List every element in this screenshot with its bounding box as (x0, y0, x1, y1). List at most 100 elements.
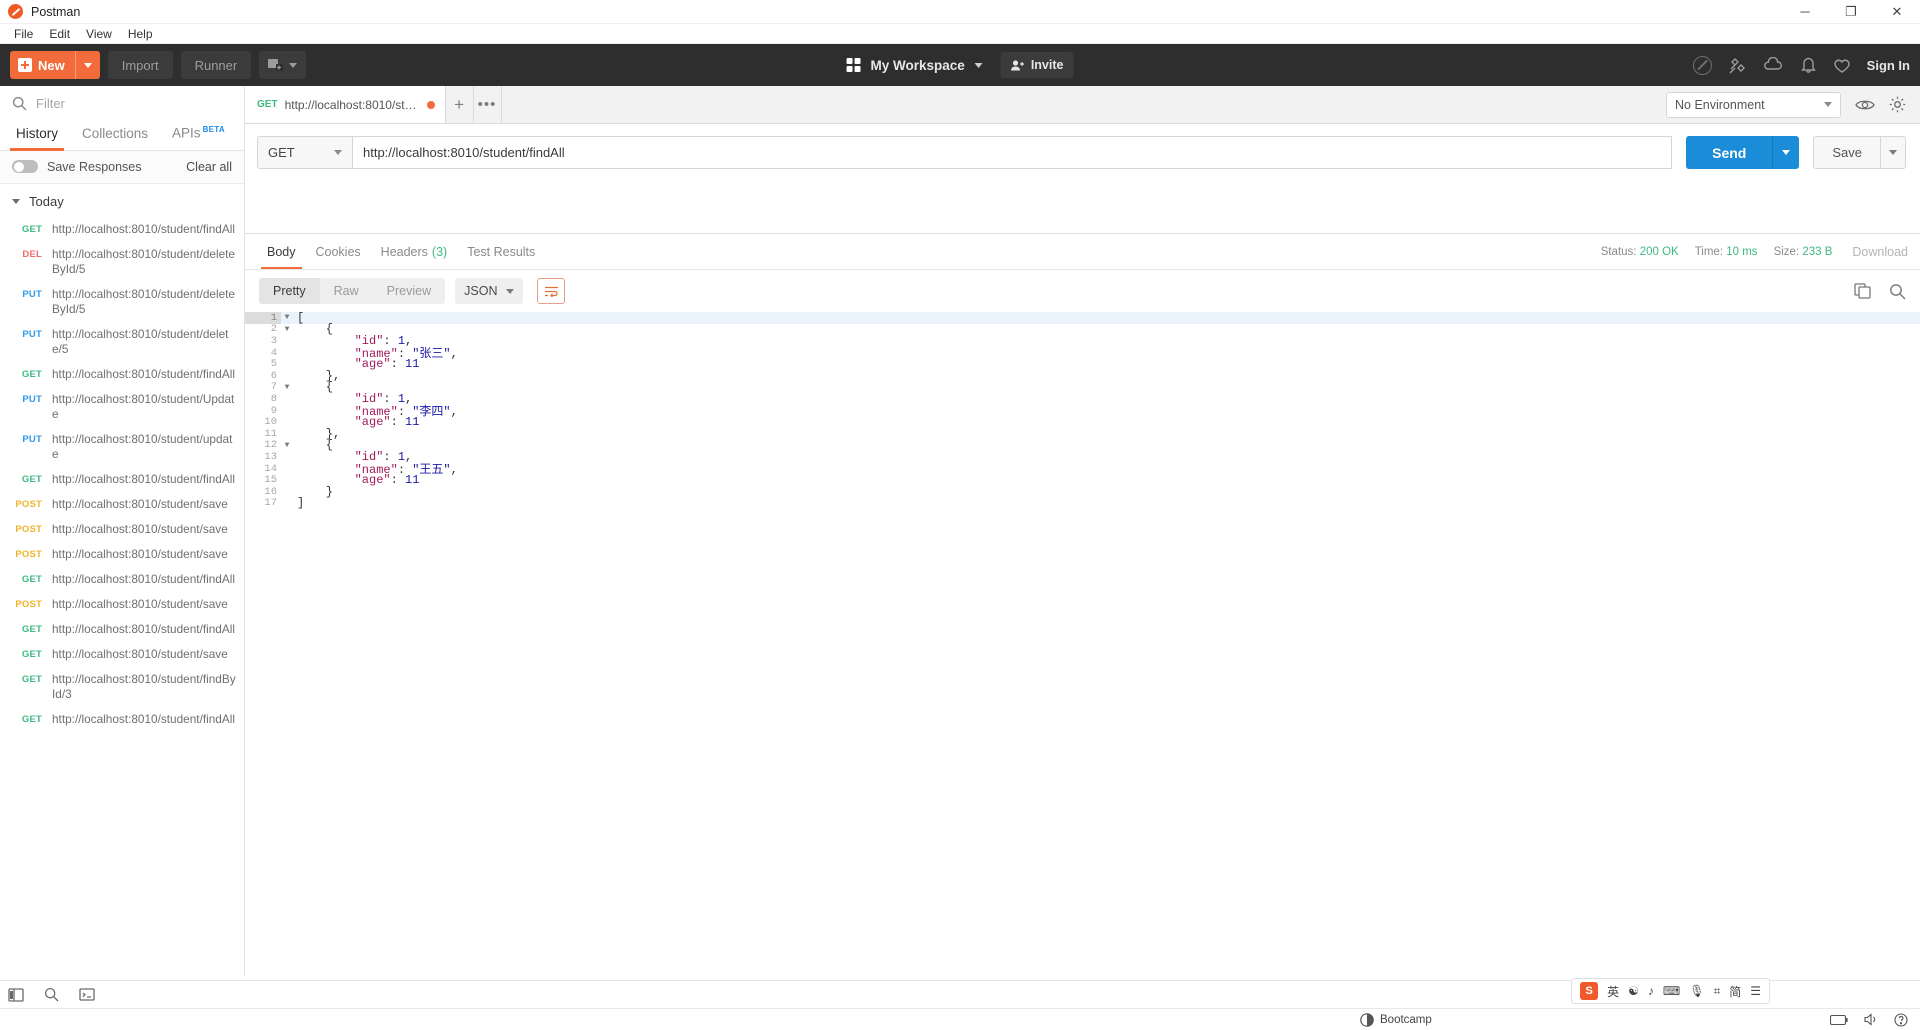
search-icon[interactable] (1889, 283, 1906, 300)
history-item[interactable]: POST http://localhost:8010/student/save (0, 517, 244, 542)
format-raw[interactable]: Raw (320, 278, 373, 304)
sidebar-tab-apis[interactable]: APIs BETA (160, 117, 237, 150)
ime-toolbar[interactable]: S 英 ☯ ♪ ⌨ 🎙 ⌗ 简 ☰ (1571, 978, 1770, 1004)
response-tab-headers[interactable]: Headers (3) (371, 234, 458, 269)
minimize-button[interactable]: ─ (1782, 0, 1828, 23)
bootcamp-tray-item[interactable]: Bootcamp (1360, 1012, 1432, 1027)
import-button[interactable]: Import (107, 51, 173, 79)
copy-icon[interactable] (1854, 283, 1871, 299)
fold-toggle-icon[interactable]: ▼ (281, 325, 293, 334)
plus-icon (18, 58, 32, 72)
volume-icon[interactable] (1864, 1013, 1878, 1026)
search-input[interactable] (36, 96, 216, 111)
history-item[interactable]: GET http://localhost:8010/student/findAll (0, 707, 244, 732)
new-tab-button[interactable]: + (446, 86, 474, 123)
clear-all-button[interactable]: Clear all (186, 160, 232, 174)
wrap-lines-button[interactable] (537, 278, 566, 304)
history-item[interactable]: GET http://localhost:8010/student/findAll (0, 617, 244, 642)
battery-icon[interactable] (1830, 1014, 1848, 1025)
close-button[interactable]: ✕ (1874, 0, 1920, 23)
history-item[interactable]: PUT http://localhost:8010/student/delete/… (0, 322, 244, 362)
tab-options-button[interactable]: ••• (474, 86, 502, 123)
gear-icon[interactable] (1889, 96, 1906, 113)
fold-toggle-icon[interactable]: ▼ (281, 313, 293, 322)
history-group-today[interactable]: Today (0, 184, 244, 217)
menu-view[interactable]: View (78, 27, 120, 41)
signin-button[interactable]: Sign In (1867, 58, 1910, 73)
sidebar-toggle-icon[interactable] (8, 987, 24, 1002)
history-item[interactable]: GET http://localhost:8010/student/findAll (0, 467, 244, 492)
code-line: 16 } (245, 485, 1920, 499)
ime-item-3[interactable]: 🎙 (1689, 984, 1704, 998)
history-item[interactable]: GET http://localhost:8010/student/findByI… (0, 667, 244, 707)
language-select[interactable]: JSON (455, 278, 524, 304)
satellite-icon[interactable] (1728, 56, 1747, 75)
response-body-code[interactable]: 1 ▼[2 ▼ {3 "id": 1, 4 "name": "张三", 5 "age":… (245, 312, 1920, 976)
cloud-icon[interactable] (1763, 57, 1784, 73)
history-item[interactable]: GET http://localhost:8010/student/save (0, 642, 244, 667)
url-input-wrapper[interactable] (352, 136, 1673, 169)
ime-item-2[interactable]: ⌨ (1663, 984, 1680, 998)
runner-button[interactable]: Runner (180, 51, 252, 79)
save-button[interactable]: Save (1813, 136, 1881, 169)
menu-edit[interactable]: Edit (41, 27, 78, 41)
history-item[interactable]: POST http://localhost:8010/student/save (0, 492, 244, 517)
code-line: 7 ▼ { (245, 380, 1920, 394)
ime-item-0[interactable]: ☯ (1628, 984, 1639, 998)
sidebar-tab-collections[interactable]: Collections (70, 118, 160, 150)
history-item[interactable]: GET http://localhost:8010/student/findAll (0, 567, 244, 592)
history-item[interactable]: PUT http://localhost:8010/student/deleteB… (0, 282, 244, 322)
response-tab-cookies[interactable]: Cookies (306, 234, 371, 269)
heart-icon[interactable] (1833, 57, 1851, 74)
ime-mode[interactable]: 英 (1607, 983, 1619, 1000)
environment-select[interactable]: No Environment (1666, 91, 1841, 118)
download-button[interactable]: Download (1852, 245, 1908, 259)
menu-help[interactable]: Help (120, 27, 161, 41)
send-button[interactable]: Send (1686, 136, 1773, 169)
bell-icon[interactable] (1800, 56, 1817, 74)
time-group: Time: 10 ms (1695, 246, 1758, 258)
history-item[interactable]: PUT http://localhost:8010/student/update (0, 427, 244, 467)
code-line: 9 "name": "李四", (245, 405, 1920, 420)
history-item[interactable]: DEL http://localhost:8010/student/deleteB… (0, 242, 244, 282)
ime-item-5[interactable]: 简 (1729, 983, 1741, 1000)
chevron-down-icon[interactable] (974, 62, 983, 68)
new-window-button[interactable] (259, 51, 307, 79)
menu-file[interactable]: File (6, 27, 41, 41)
history-item[interactable]: GET http://localhost:8010/student/findAll (0, 217, 244, 242)
help-icon[interactable] (1894, 1012, 1908, 1027)
save-options-button[interactable] (1881, 136, 1906, 169)
request-tab[interactable]: GET http://localhost:8010/student/fi... (245, 86, 446, 123)
response-tab-body[interactable]: Body (257, 234, 306, 269)
method-select[interactable]: GET (257, 136, 352, 169)
code-line: 13 "id": 1, (245, 450, 1920, 464)
ime-item-1[interactable]: ♪ (1648, 984, 1654, 998)
ime-item-4[interactable]: ⌗ (1713, 984, 1720, 999)
history-item[interactable]: GET http://localhost:8010/student/findAll (0, 362, 244, 387)
format-preview[interactable]: Preview (373, 278, 445, 304)
save-responses-toggle[interactable] (12, 160, 38, 173)
eye-icon[interactable] (1855, 98, 1875, 112)
fold-toggle-icon[interactable]: ▼ (281, 383, 293, 392)
fold-toggle-icon[interactable]: ▼ (281, 441, 293, 450)
response-tab-test-results[interactable]: Test Results (457, 234, 545, 269)
history-list[interactable]: GET http://localhost:8010/student/findAll… (0, 217, 244, 977)
no-sync-icon[interactable] (1692, 55, 1712, 75)
bootcamp-label: Bootcamp (1380, 1013, 1432, 1026)
url-input[interactable] (363, 145, 1662, 160)
console-icon[interactable] (79, 988, 95, 1001)
find-icon[interactable] (44, 987, 59, 1002)
chevron-down-icon[interactable] (12, 198, 20, 204)
history-item[interactable]: POST http://localhost:8010/student/save (0, 542, 244, 567)
new-button[interactable]: New (10, 51, 100, 79)
send-options-button[interactable] (1772, 136, 1800, 169)
ime-item-6[interactable]: ☰ (1750, 984, 1761, 998)
format-pretty[interactable]: Pretty (259, 278, 320, 304)
sidebar-tab-history[interactable]: History (4, 118, 70, 151)
history-item[interactable]: POST http://localhost:8010/student/save (0, 592, 244, 617)
invite-button[interactable]: Invite (1000, 52, 1074, 78)
workspace-name[interactable]: My Workspace (871, 58, 965, 73)
maximize-button[interactable]: ❐ (1828, 0, 1874, 23)
new-dropdown-button[interactable] (74, 51, 100, 79)
history-item[interactable]: PUT http://localhost:8010/student/Update (0, 387, 244, 427)
